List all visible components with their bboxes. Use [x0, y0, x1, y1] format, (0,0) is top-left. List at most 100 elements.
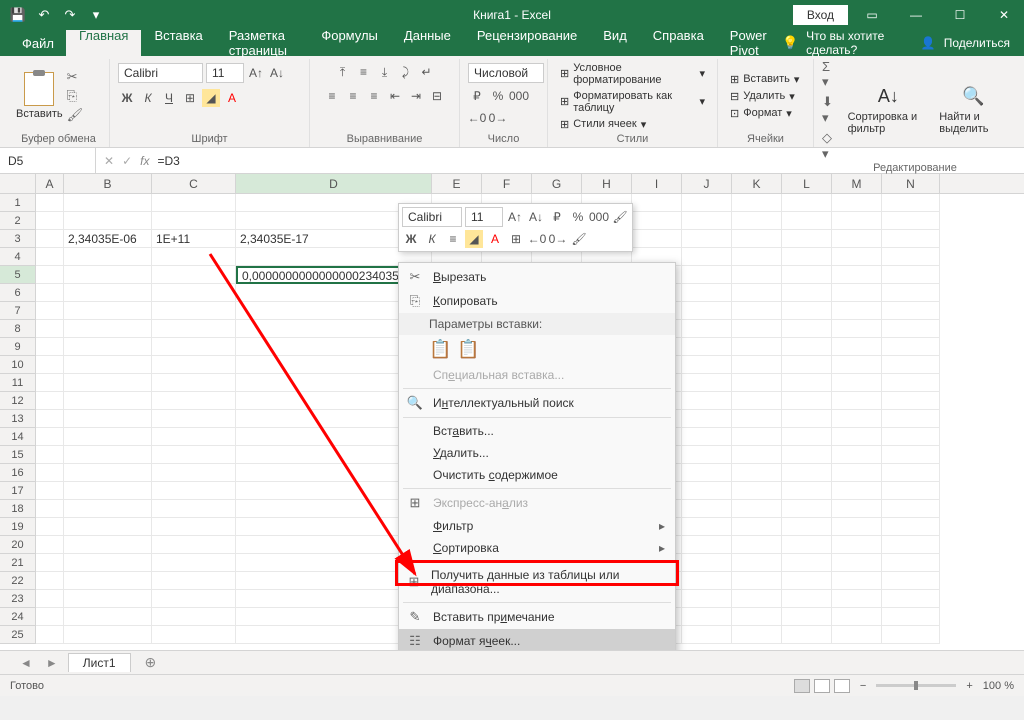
- name-box[interactable]: D5: [0, 148, 96, 173]
- cell[interactable]: [732, 464, 782, 482]
- cell[interactable]: [832, 392, 882, 410]
- cell[interactable]: [682, 608, 732, 626]
- row-header[interactable]: 14: [0, 428, 36, 446]
- cell[interactable]: [682, 446, 732, 464]
- cell[interactable]: [36, 518, 64, 536]
- inc-decimal-icon[interactable]: ←0: [468, 109, 486, 127]
- copy-icon[interactable]: ⎘: [67, 88, 84, 104]
- cell[interactable]: [832, 590, 882, 608]
- col-header[interactable]: J: [682, 174, 732, 193]
- format-painter-icon[interactable]: 🖌: [67, 107, 84, 123]
- cell[interactable]: [682, 284, 732, 302]
- align-bottom-icon[interactable]: ⤓: [376, 63, 394, 81]
- cell[interactable]: [732, 410, 782, 428]
- cell[interactable]: [882, 284, 940, 302]
- cell[interactable]: [832, 194, 882, 212]
- cell[interactable]: [782, 572, 832, 590]
- cell[interactable]: [882, 554, 940, 572]
- cell[interactable]: [682, 518, 732, 536]
- cell[interactable]: [782, 320, 832, 338]
- col-header[interactable]: N: [882, 174, 940, 193]
- cell[interactable]: [832, 374, 882, 392]
- cell[interactable]: [782, 212, 832, 230]
- layout-view-icon[interactable]: [814, 679, 830, 693]
- cell[interactable]: [832, 338, 882, 356]
- delete-cells-button[interactable]: ⊟Удалить▾: [726, 89, 803, 104]
- cm-item[interactable]: Удалить...: [399, 442, 675, 464]
- cell[interactable]: [832, 626, 882, 644]
- cell[interactable]: [64, 572, 152, 590]
- cell[interactable]: [832, 302, 882, 320]
- cell[interactable]: [732, 428, 782, 446]
- zoom-value[interactable]: 100 %: [983, 680, 1014, 692]
- cell[interactable]: [882, 500, 940, 518]
- format-table-button[interactable]: ⊞Форматировать как таблицу▾: [556, 89, 709, 115]
- cell[interactable]: [64, 464, 152, 482]
- cm-item[interactable]: Сортировка▸: [399, 537, 675, 559]
- cell[interactable]: [152, 626, 236, 644]
- cell[interactable]: [882, 194, 940, 212]
- cell[interactable]: [782, 230, 832, 248]
- cell[interactable]: [632, 194, 682, 212]
- cell[interactable]: [36, 500, 64, 518]
- cell[interactable]: [882, 266, 940, 284]
- row-header[interactable]: 11: [0, 374, 36, 392]
- cell[interactable]: [64, 626, 152, 644]
- cm-item[interactable]: ✂Вырезать: [399, 265, 675, 289]
- cell[interactable]: [782, 518, 832, 536]
- cell[interactable]: [36, 410, 64, 428]
- cell[interactable]: [732, 554, 782, 572]
- cell[interactable]: [832, 284, 882, 302]
- cell[interactable]: [682, 338, 732, 356]
- cell[interactable]: [782, 590, 832, 608]
- cell[interactable]: [832, 482, 882, 500]
- row-header[interactable]: 16: [0, 464, 36, 482]
- col-header[interactable]: H: [582, 174, 632, 193]
- cell[interactable]: [732, 500, 782, 518]
- cell[interactable]: [152, 212, 236, 230]
- cell[interactable]: [732, 392, 782, 410]
- row-header[interactable]: 12: [0, 392, 36, 410]
- cell[interactable]: [36, 266, 64, 284]
- cond-format-button[interactable]: ⊞Условное форматирование▾: [556, 61, 709, 87]
- cell[interactable]: [36, 338, 64, 356]
- mini-comma-icon[interactable]: 000: [590, 208, 608, 226]
- cell[interactable]: [732, 284, 782, 302]
- cell[interactable]: [732, 446, 782, 464]
- cell[interactable]: [782, 446, 832, 464]
- save-icon[interactable]: 💾: [6, 3, 30, 27]
- cell[interactable]: [36, 482, 64, 500]
- font-color-icon[interactable]: A: [223, 89, 241, 107]
- cell[interactable]: [832, 464, 882, 482]
- cell[interactable]: [36, 302, 64, 320]
- row-header[interactable]: 3: [0, 230, 36, 248]
- cell[interactable]: [732, 212, 782, 230]
- cell[interactable]: [36, 212, 64, 230]
- row-header[interactable]: 8: [0, 320, 36, 338]
- cell[interactable]: [682, 536, 732, 554]
- align-middle-icon[interactable]: ≡: [355, 63, 373, 81]
- cell[interactable]: [732, 482, 782, 500]
- fill-color-icon[interactable]: ◢: [202, 89, 220, 107]
- format-cells-button[interactable]: ⊡Формат▾: [726, 106, 803, 121]
- cell[interactable]: [64, 194, 152, 212]
- cell[interactable]: [36, 428, 64, 446]
- cell[interactable]: [36, 626, 64, 644]
- row-header[interactable]: 2: [0, 212, 36, 230]
- cell[interactable]: [64, 392, 152, 410]
- cell[interactable]: [682, 356, 732, 374]
- cell[interactable]: [882, 392, 940, 410]
- minimize-icon[interactable]: —: [896, 1, 936, 29]
- cell[interactable]: [682, 464, 732, 482]
- cell[interactable]: [732, 194, 782, 212]
- cell[interactable]: [64, 554, 152, 572]
- cell[interactable]: [732, 338, 782, 356]
- cell[interactable]: [732, 518, 782, 536]
- cell[interactable]: [36, 536, 64, 554]
- cell[interactable]: [732, 356, 782, 374]
- cell[interactable]: [882, 608, 940, 626]
- cell[interactable]: [36, 374, 64, 392]
- cell[interactable]: [152, 608, 236, 626]
- col-header[interactable]: L: [782, 174, 832, 193]
- sheet-next-icon[interactable]: ►: [42, 656, 62, 670]
